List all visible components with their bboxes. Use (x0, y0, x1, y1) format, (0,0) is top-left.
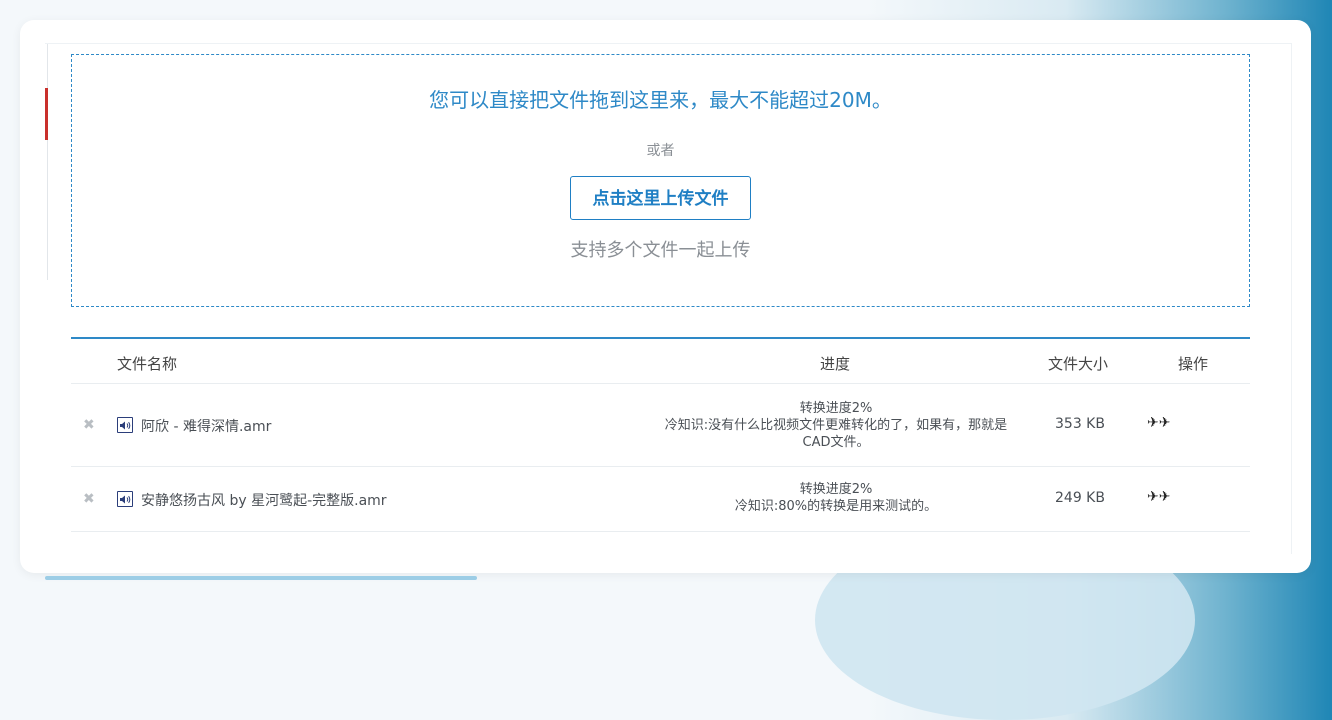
dropzone-hint: 支持多个文件一起上传 (570, 240, 751, 261)
progress-cell: 转换进度2% 冷知识:没有什么比视频文件更难转化的了，如果有，那就是CAD文件。 (651, 400, 1021, 451)
upload-button[interactable]: 点击这里上传文件 (570, 176, 751, 220)
header-name: 文件名称 (117, 355, 178, 373)
speaker-icon (119, 421, 130, 429)
remove-icon[interactable]: ✖ (83, 417, 95, 433)
file-size: 353 KB (1055, 416, 1105, 432)
horizontal-scrollbar[interactable] (45, 576, 477, 580)
file-size: 249 KB (1055, 490, 1105, 506)
progress-cell: 转换进度2% 冷知识:80%的转换是用来测试的。 (651, 481, 1021, 515)
header-progress: 进度 (820, 355, 851, 373)
file-dropzone[interactable]: 您可以直接把文件拖到这里来，最大不能超过20M。 或者 点击这里上传文件 支持多… (71, 54, 1250, 307)
audio-file-icon (117, 491, 133, 507)
dropzone-title: 您可以直接把文件拖到这里来，最大不能超过20M。 (429, 88, 892, 112)
table-row: ✖ 阿欣 - 难得深情.amr 转换进度2% 冷知识:没有什么比视频文件更难转化… (71, 384, 1250, 467)
remove-icon[interactable]: ✖ (83, 491, 95, 507)
file-name: 阿欣 - 难得深情.amr (141, 419, 272, 435)
progress-status: 转换进度2% (799, 401, 873, 416)
file-table: 文件名称 进度 文件大小 操作 ✖ 阿欣 - 难得深情.amr 转换进度2% 冷… (71, 337, 1250, 532)
convert-action-icon[interactable]: ✈✈ (1147, 415, 1170, 431)
header-action: 操作 (1178, 355, 1209, 373)
progress-tip: 冷知识:80%的转换是用来测试的。 (734, 499, 938, 514)
dropzone-or: 或者 (646, 143, 675, 159)
left-edge-line (47, 44, 48, 280)
file-name: 安静悠扬古风 by 星河鹭起-完整版.amr (141, 493, 387, 509)
table-row: ✖ 安静悠扬古风 by 星河鹭起-完整版.amr 转换进度2% 冷知识:80%的… (71, 467, 1250, 532)
header-size: 文件大小 (1048, 355, 1109, 373)
table-header: 文件名称 进度 文件大小 操作 (71, 339, 1250, 384)
audio-file-icon (117, 417, 133, 433)
progress-status: 转换进度2% (799, 482, 873, 497)
convert-action-icon[interactable]: ✈✈ (1147, 489, 1170, 505)
left-edge-accent (45, 88, 48, 140)
progress-tip: 冷知识:没有什么比视频文件更难转化的了，如果有，那就是CAD文件。 (664, 418, 1008, 450)
speaker-icon (119, 495, 130, 503)
